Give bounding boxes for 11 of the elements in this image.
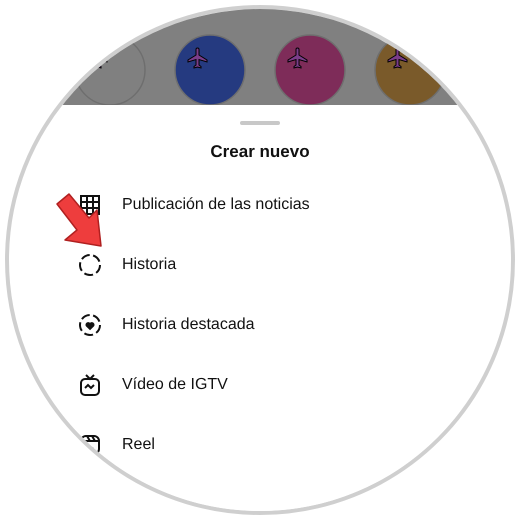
sheet-title: Crear nuevo [209, 141, 311, 163]
drag-handle[interactable] [240, 121, 280, 125]
menu-item[interactable]: Publicación de las noticias [60, 175, 460, 235]
grid-icon [78, 193, 102, 217]
heart-circle-icon [78, 313, 102, 337]
tv-icon [78, 373, 102, 397]
menu-item[interactable]: Vídeo de IGTV [60, 355, 460, 415]
menu-item[interactable]: Historia [60, 235, 460, 295]
dashed-circle-icon [78, 253, 102, 277]
menu-item[interactable]: Historia destacada [60, 295, 460, 355]
menu-item[interactable]: Reel [60, 415, 460, 475]
